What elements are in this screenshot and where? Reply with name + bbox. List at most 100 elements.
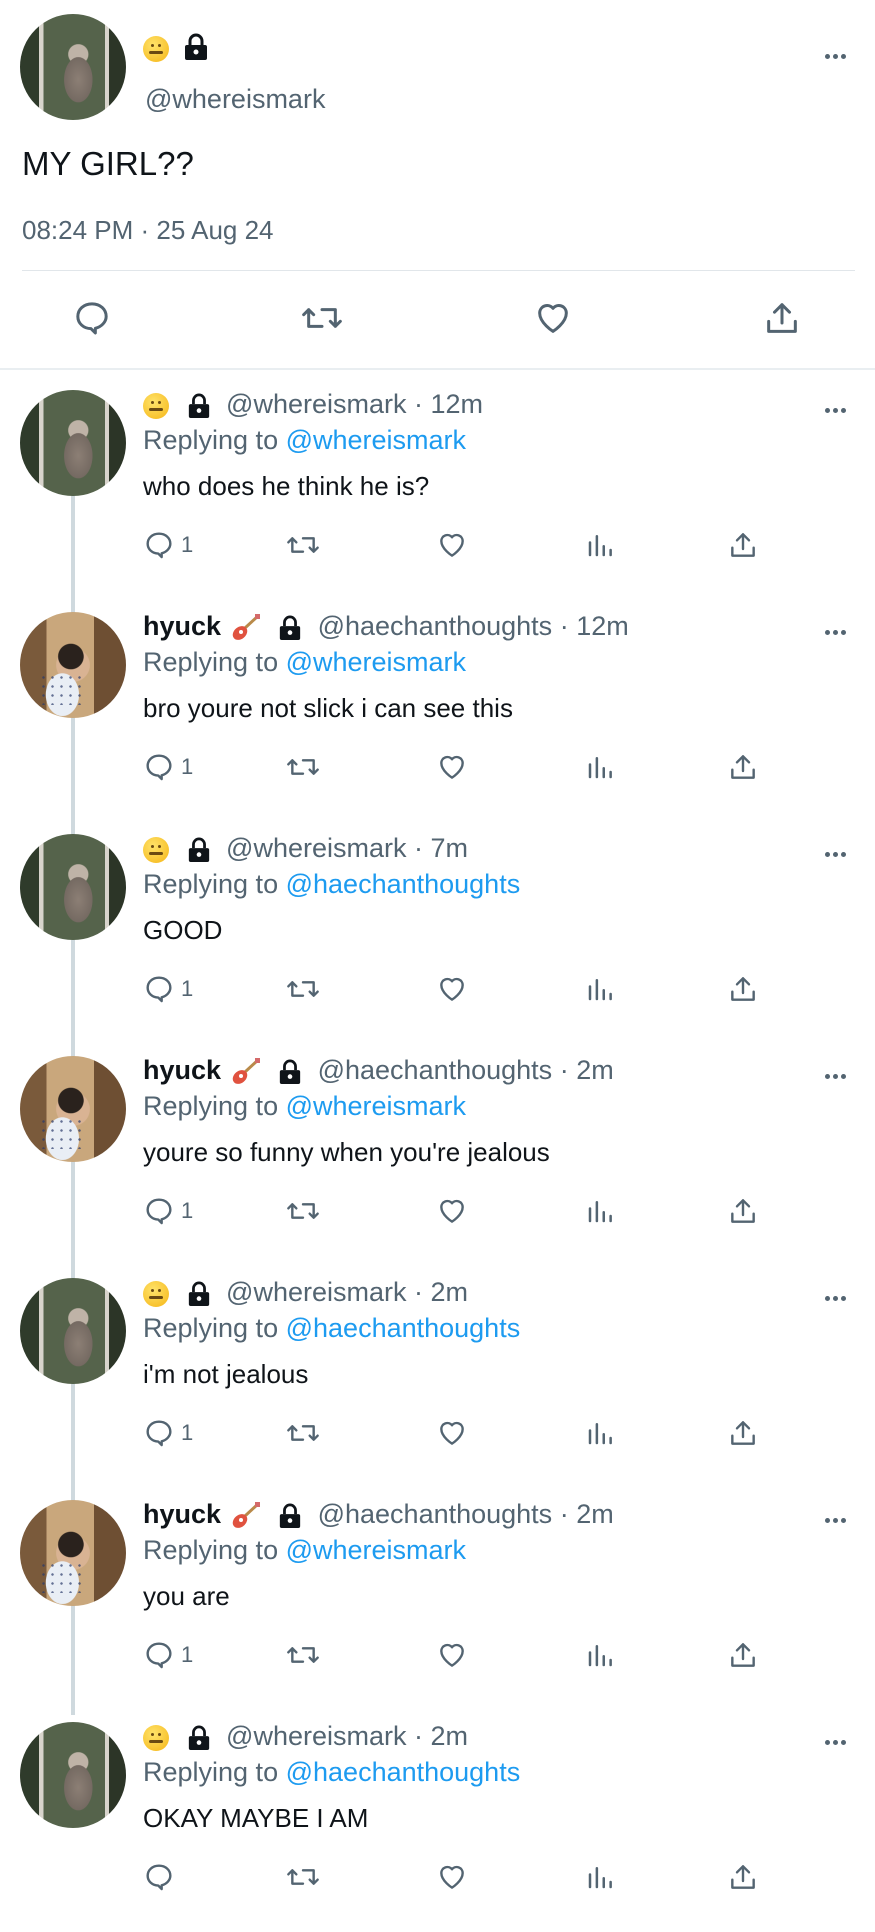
share-button[interactable]: [727, 1638, 759, 1672]
reply-bubble-icon: [146, 1864, 172, 1891]
display-name[interactable]: hyuck: [143, 1055, 221, 1085]
replying-to-link[interactable]: @whereismark: [286, 647, 466, 677]
replying-to-link[interactable]: @haechanthoughts: [286, 1313, 521, 1343]
reply-button[interactable]: 1: [143, 972, 193, 1006]
avatar[interactable]: [20, 834, 126, 940]
avatar[interactable]: [20, 390, 126, 496]
share-button[interactable]: [727, 1194, 759, 1228]
analytics-button[interactable]: [585, 1860, 615, 1894]
retweet-button[interactable]: [300, 298, 344, 338]
reply-time[interactable]: 2m: [430, 1277, 468, 1307]
reply-handle[interactable]: @haechanthoughts: [318, 611, 553, 641]
reply-button[interactable]: [143, 1860, 181, 1894]
analytics-button[interactable]: [585, 1416, 615, 1450]
tweet-timestamp[interactable]: 08:24 PM · 25 Aug 24: [22, 215, 274, 246]
share-button[interactable]: [727, 528, 759, 562]
more-options-button[interactable]: [825, 1288, 849, 1301]
avatar[interactable]: [20, 1500, 126, 1606]
replying-to-link[interactable]: @haechanthoughts: [286, 869, 521, 899]
tweet-handle[interactable]: @whereismark: [145, 84, 325, 115]
analytics-button[interactable]: [585, 1638, 615, 1672]
heart-icon: [440, 1199, 464, 1223]
reply-time[interactable]: 7m: [430, 833, 468, 863]
like-button[interactable]: [435, 972, 469, 1006]
more-options-button[interactable]: [825, 622, 849, 635]
more-options-button[interactable]: [825, 844, 849, 857]
like-button[interactable]: [435, 528, 469, 562]
reply-handle[interactable]: @whereismark: [226, 833, 406, 863]
reply-button[interactable]: 1: [143, 528, 193, 562]
reply-header: hyuck @haechanthoughts · 12m: [143, 606, 629, 646]
reply-handle[interactable]: @whereismark: [226, 1721, 406, 1751]
more-options-button[interactable]: [825, 1066, 849, 1079]
like-button[interactable]: [435, 750, 469, 784]
reply-handle[interactable]: @whereismark: [226, 389, 406, 419]
retweet-button[interactable]: [285, 1638, 321, 1672]
reply-handle[interactable]: @whereismark: [226, 1277, 406, 1307]
like-button[interactable]: [435, 1194, 469, 1228]
reply-tweet[interactable]: hyuck @haechanthoughts · 2m Replying to …: [0, 1044, 875, 1266]
more-options-button[interactable]: [825, 1510, 849, 1523]
like-button[interactable]: [435, 1860, 469, 1894]
retweet-button[interactable]: [285, 1416, 321, 1450]
bar-chart-icon: [588, 1201, 612, 1223]
reply-tweet[interactable]: @whereismark · 12m Replying to @whereism…: [0, 378, 875, 600]
reply-handle[interactable]: @haechanthoughts: [318, 1055, 553, 1085]
replying-to-link[interactable]: @whereismark: [286, 1091, 466, 1121]
lock-icon: [187, 1725, 211, 1751]
like-button[interactable]: [532, 298, 574, 338]
avatar[interactable]: [20, 1722, 126, 1828]
analytics-button[interactable]: [585, 750, 615, 784]
guitar-emoji-icon: [231, 1055, 271, 1085]
share-button[interactable]: [727, 1416, 759, 1450]
retweet-button[interactable]: [285, 528, 321, 562]
zipper-mouth-emoji-icon: [143, 1721, 179, 1751]
retweet-button[interactable]: [285, 750, 321, 784]
share-button[interactable]: [727, 972, 759, 1006]
more-options-button[interactable]: [825, 46, 849, 59]
reply-tweet[interactable]: hyuck @haechanthoughts · 2m Replying to …: [0, 1488, 875, 1710]
like-button[interactable]: [435, 1416, 469, 1450]
reply-tweet[interactable]: @whereismark · 2m Replying to @haechanth…: [0, 1710, 875, 1932]
avatar[interactable]: [20, 14, 126, 120]
bar-chart-icon: [588, 1645, 612, 1667]
avatar[interactable]: [20, 1278, 126, 1384]
reply-button[interactable]: [72, 298, 112, 338]
replying-to-link[interactable]: @haechanthoughts: [286, 1757, 521, 1787]
more-options-button[interactable]: [825, 400, 849, 413]
replying-to-link[interactable]: @whereismark: [286, 425, 466, 455]
avatar[interactable]: [20, 612, 126, 718]
like-button[interactable]: [435, 1638, 469, 1672]
reply-tweet[interactable]: hyuck @haechanthoughts · 12m Replying to…: [0, 600, 875, 822]
replying-to: Replying to @haechanthoughts: [143, 1754, 520, 1790]
share-button[interactable]: [727, 750, 759, 784]
reply-handle[interactable]: @haechanthoughts: [318, 1499, 553, 1529]
display-name[interactable]: hyuck: [143, 1499, 221, 1529]
replying-to: Replying to @whereismark: [143, 1088, 466, 1124]
reply-tweet[interactable]: @whereismark · 2m Replying to @haechanth…: [0, 1266, 875, 1488]
avatar[interactable]: [20, 1056, 126, 1162]
analytics-button[interactable]: [585, 972, 615, 1006]
reply-time[interactable]: 2m: [576, 1055, 614, 1085]
analytics-button[interactable]: [585, 528, 615, 562]
zipper-mouth-emoji-icon: [143, 36, 169, 62]
share-button[interactable]: [762, 298, 802, 338]
reply-button[interactable]: 1: [143, 1638, 193, 1672]
share-button[interactable]: [727, 1860, 759, 1894]
retweet-button[interactable]: [285, 1194, 321, 1228]
reply-time[interactable]: 12m: [576, 611, 629, 641]
reply-time[interactable]: 2m: [576, 1499, 614, 1529]
retweet-button[interactable]: [285, 1860, 321, 1894]
reply-tweet[interactable]: @whereismark · 7m Replying to @haechanth…: [0, 822, 875, 1044]
analytics-button[interactable]: [585, 1194, 615, 1228]
reply-time[interactable]: 12m: [430, 389, 483, 419]
retweet-button[interactable]: [285, 972, 321, 1006]
display-name[interactable]: hyuck: [143, 611, 221, 641]
reply-time[interactable]: 2m: [430, 1721, 468, 1751]
more-options-button[interactable]: [825, 1732, 849, 1745]
reply-button[interactable]: 1: [143, 750, 193, 784]
reply-button[interactable]: 1: [143, 1416, 193, 1450]
reply-button[interactable]: 1: [143, 1194, 193, 1228]
replying-to-link[interactable]: @whereismark: [286, 1535, 466, 1565]
share-icon: [731, 1865, 755, 1889]
